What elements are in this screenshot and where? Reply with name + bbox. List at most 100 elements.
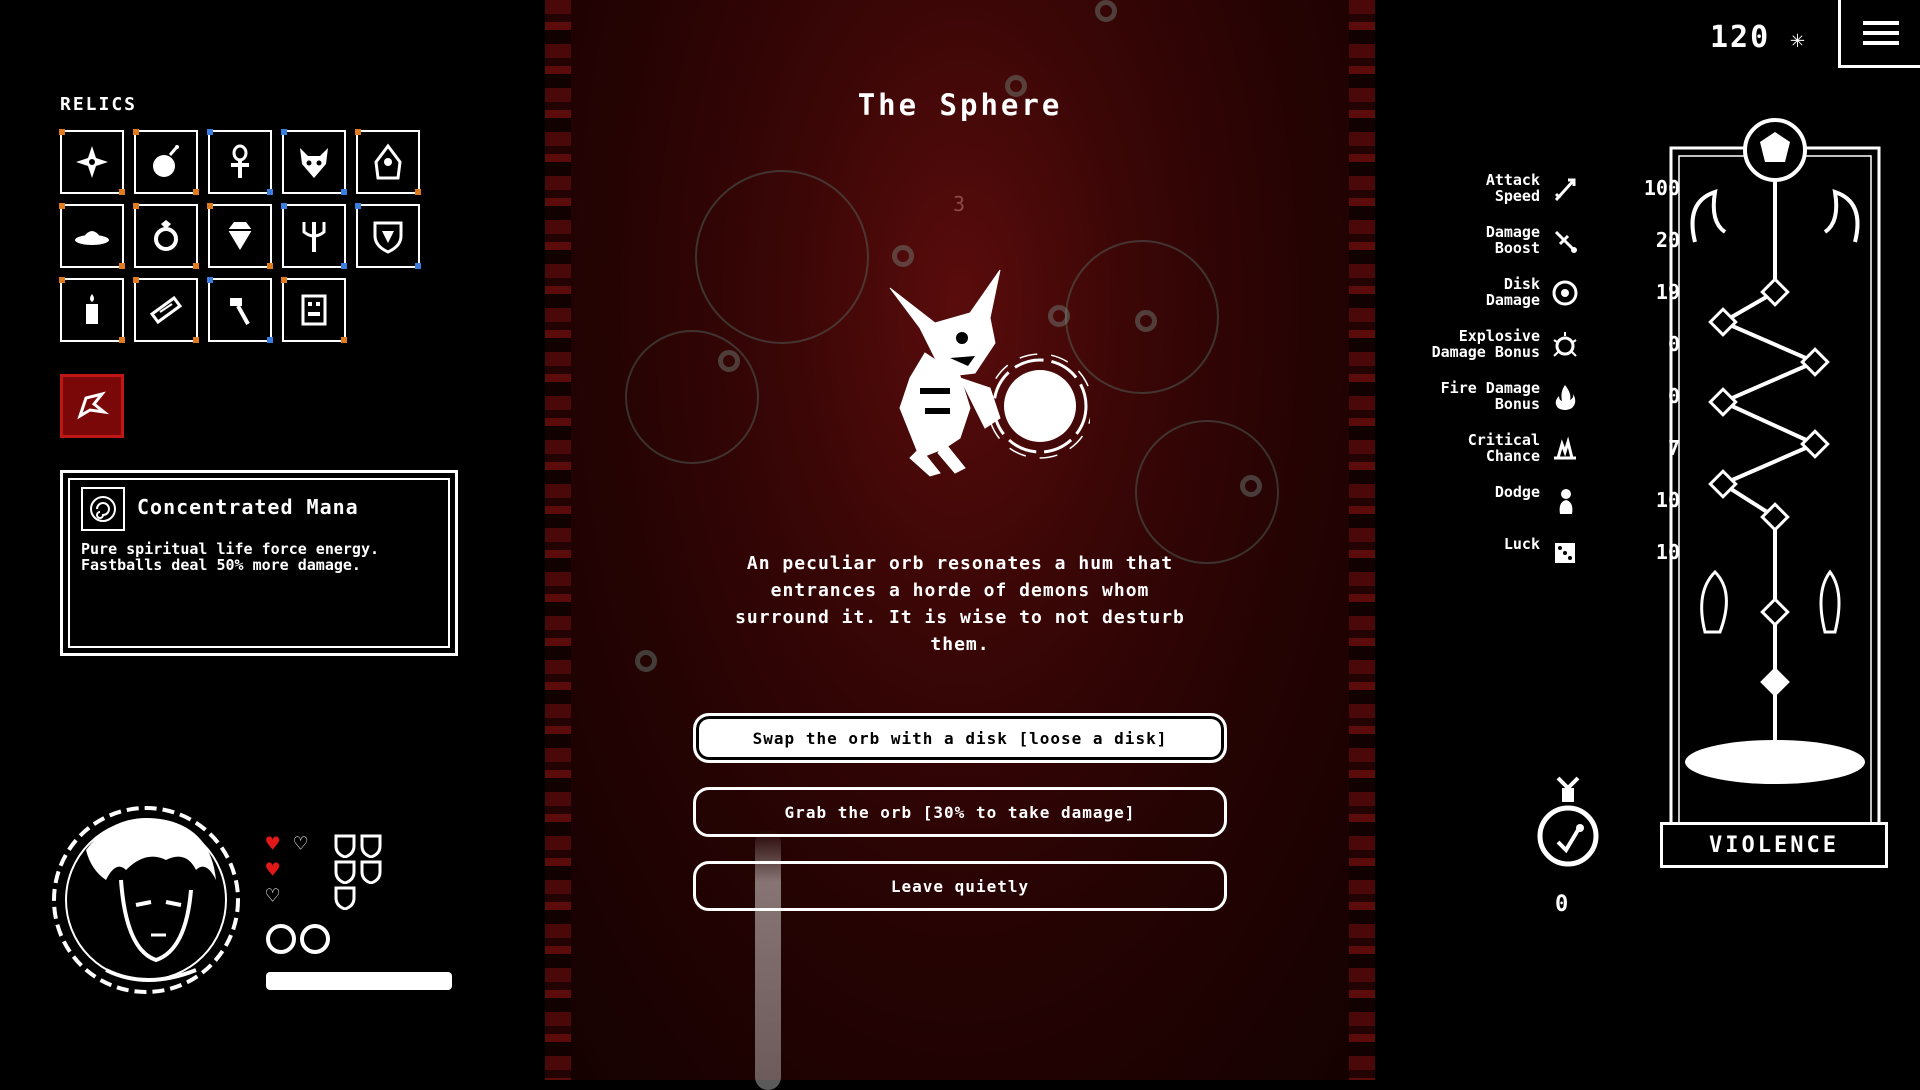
- stat-label: Disk Damage: [1485, 275, 1540, 309]
- path-label: VIOLENCE: [1660, 822, 1888, 868]
- flame-icon: [1555, 385, 1576, 410]
- background-orb-ring: [695, 170, 869, 344]
- shield-icon: [334, 834, 356, 858]
- hammer-icon: [230, 298, 250, 325]
- shuriken-icon: [76, 146, 108, 178]
- relic-shuriken[interactable]: [59, 129, 125, 195]
- panel-edge-left: [545, 0, 571, 1080]
- shield-icon: [334, 860, 356, 884]
- background-disk: [1240, 475, 1262, 497]
- stat-label: Attack Speed: [1485, 171, 1540, 205]
- ring-icon: [154, 220, 178, 251]
- stat-attack-speed: Attack Speed 100: [1380, 172, 1680, 216]
- gem-icon: [228, 222, 252, 250]
- energy-bar: [266, 972, 452, 990]
- event-counter: 3: [953, 192, 966, 216]
- hooded-figure-icon: [374, 143, 402, 180]
- relic-gem[interactable]: [207, 203, 273, 269]
- background-disk: [718, 350, 740, 372]
- stat-dodge: Dodge 10: [1380, 484, 1680, 528]
- relic-ring[interactable]: [133, 203, 199, 269]
- relic-ankh[interactable]: [207, 129, 273, 195]
- goblin-with-orb-illustration: [889, 269, 1090, 477]
- relic-totem[interactable]: [281, 277, 347, 343]
- stat-label: Luck: [1503, 535, 1540, 553]
- sword-icon: [1554, 178, 1576, 202]
- scroll-icon: [149, 295, 183, 325]
- stat-disk-damage: Disk Damage 19: [1380, 276, 1680, 320]
- relics-heading: RELICS: [60, 94, 138, 115]
- relic-shield-crest[interactable]: [355, 203, 421, 269]
- energy-bar-fill: [269, 975, 449, 987]
- violence-path-pillar: [1669, 118, 1881, 854]
- heart-full-icon: ♥: [266, 832, 280, 857]
- hamburger-icon-line: [1862, 40, 1899, 45]
- stat-critical-chance: Critical Chance 7: [1380, 432, 1680, 476]
- background-disk: [1135, 310, 1157, 332]
- curse-slot[interactable]: [60, 374, 124, 438]
- crit-icon: [1554, 436, 1576, 460]
- dagger-icon: [1554, 230, 1577, 253]
- spiral-orb-icon: [81, 487, 125, 531]
- currency-value: 120: [1710, 20, 1771, 55]
- background-disk: [1095, 0, 1117, 22]
- heart-empty-icon: ♡: [266, 884, 280, 909]
- disk-icon: [266, 924, 296, 954]
- stat-damage-boost: Damage Boost 20: [1380, 224, 1680, 268]
- choice-swap-orb-button[interactable]: Swap the orb with a disk [loose a disk]: [693, 713, 1227, 763]
- relic-hooded-figure[interactable]: [355, 129, 421, 195]
- flask-icon: [1537, 776, 1599, 867]
- choice-leave-button[interactable]: Leave quietly: [693, 861, 1227, 911]
- panel-edge-right: [1349, 0, 1375, 1080]
- stat-fire-damage: Fire Damage Bonus 0: [1380, 380, 1680, 424]
- relic-demon-mask[interactable]: [281, 129, 347, 195]
- bomb-icon: [153, 145, 179, 177]
- background-orb-ring: [625, 330, 759, 464]
- disk-icon: [1552, 280, 1578, 306]
- relic-trident[interactable]: [281, 203, 347, 269]
- hamburger-icon-line: [1862, 30, 1899, 35]
- stat-label: Damage Boost: [1485, 223, 1540, 257]
- heart-full-icon: ♥: [266, 858, 280, 883]
- stat-luck: Luck 10: [1380, 536, 1680, 580]
- stat-label: Dodge: [1494, 483, 1540, 501]
- relic-bomb[interactable]: [133, 129, 199, 195]
- relic-tooltip: Concentrated Mana Pure spiritual life fo…: [60, 470, 458, 656]
- totem-icon: [301, 294, 327, 326]
- curse-horn-icon: [77, 391, 110, 420]
- hamburger-icon-line: [1862, 20, 1899, 25]
- choice-grab-orb-button[interactable]: Grab the orb [30% to take damage]: [693, 787, 1227, 837]
- trident-icon: [302, 222, 326, 252]
- background-disk: [635, 650, 657, 672]
- dodge-icon: [1559, 489, 1573, 514]
- ankh-icon: [231, 144, 249, 178]
- stat-label: Fire Damage Bonus: [1440, 379, 1540, 413]
- shield-icon: [360, 860, 382, 884]
- relic-hat[interactable]: [59, 203, 125, 269]
- disk-icon: [300, 924, 330, 954]
- dice-icon: [1555, 543, 1575, 563]
- heart-empty-icon: ♡: [294, 832, 308, 857]
- relic-hammer[interactable]: [207, 277, 273, 343]
- relic-scroll[interactable]: [133, 277, 199, 343]
- event-description: An peculiar orb resonates a hum that ent…: [735, 553, 1185, 655]
- stat-label: Explosive Damage Bonus: [1431, 327, 1540, 361]
- shield-icon: [360, 834, 382, 858]
- hero-portrait: [52, 806, 240, 994]
- shield-icon: [334, 886, 356, 910]
- flask-count: 0: [1555, 892, 1569, 917]
- explosion-icon: [1553, 332, 1577, 357]
- soul-icon: ✳: [1790, 25, 1807, 53]
- relic-grid: [59, 129, 421, 343]
- tooltip-description: Pure spiritual life force energy. Fastba…: [81, 540, 380, 574]
- soul-currency: 120 ✳: [1710, 20, 1807, 55]
- tooltip-title: Concentrated Mana: [137, 495, 359, 519]
- menu-button[interactable]: [1838, 0, 1920, 68]
- event-title: The Sphere: [857, 88, 1063, 122]
- event-panel: [545, 0, 1375, 1080]
- stat-explosive-damage: Explosive Damage Bonus 0: [1380, 328, 1680, 372]
- stat-label: Critical Chance: [1467, 431, 1540, 465]
- shield-crest-icon: [373, 221, 403, 254]
- hat-icon: [75, 231, 109, 245]
- relic-candle[interactable]: [59, 277, 125, 343]
